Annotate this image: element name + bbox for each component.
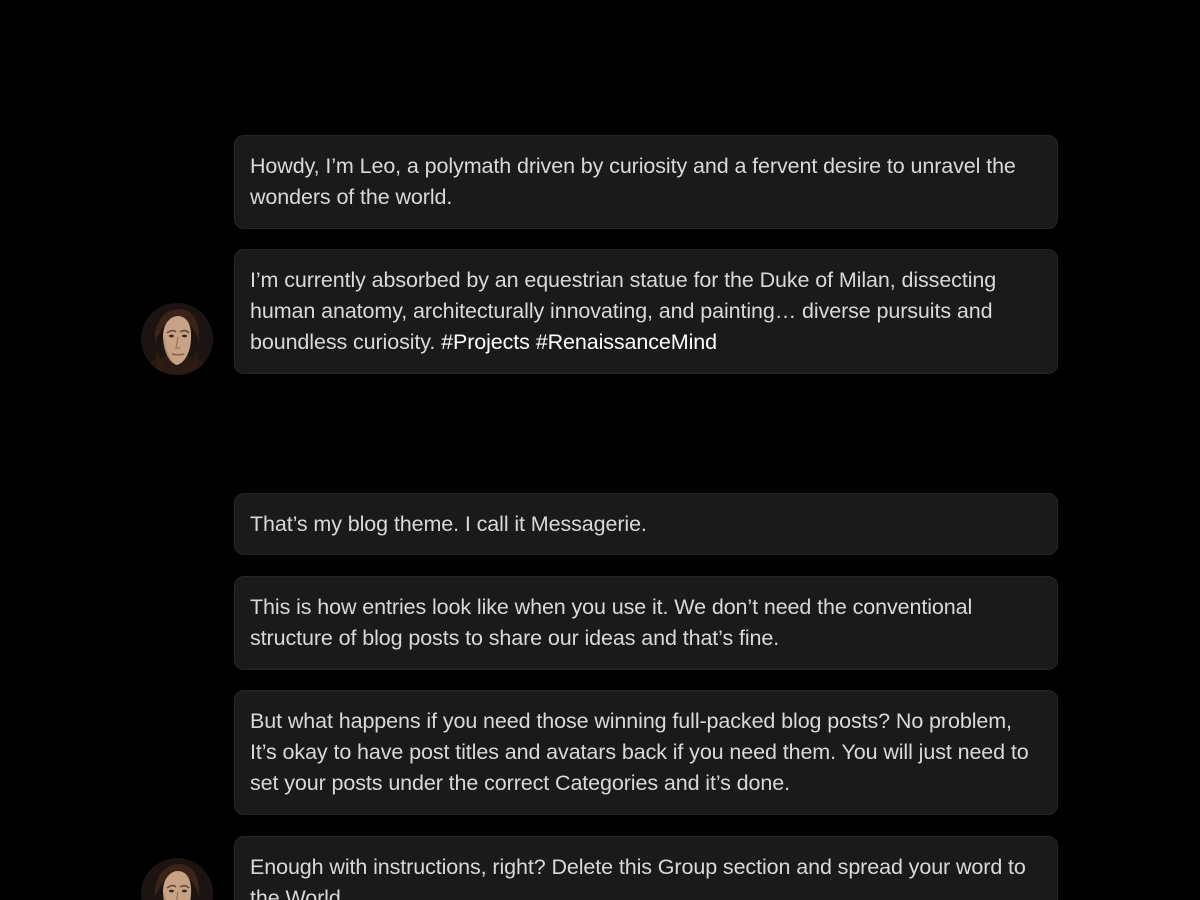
message-bubble: This is how entries look like when you u… (234, 576, 1058, 670)
hashtag-link-renaissance-mind[interactable]: #RenaissanceMind (536, 330, 717, 354)
author-avatar[interactable] (141, 303, 213, 375)
hashtag-link-projects[interactable]: #Projects (441, 330, 530, 354)
message-bubble: I’m currently absorbed by an equestrian … (234, 249, 1058, 374)
portrait-avatar-icon (141, 303, 213, 375)
message-text: Howdy, I’m Leo, a polymath driven by cur… (250, 154, 1016, 209)
message-bubble: But what happens if you need those winni… (234, 690, 1058, 815)
message-bubble: Howdy, I’m Leo, a polymath driven by cur… (234, 135, 1058, 229)
author-avatar[interactable] (141, 858, 213, 900)
message-text: That’s my blog theme. I call it Messager… (250, 512, 647, 536)
message-text: Enough with instructions, right? Delete … (250, 855, 1026, 900)
portrait-avatar-icon (141, 858, 213, 900)
message-text: But what happens if you need those winni… (250, 709, 1029, 795)
message-bubble: That’s my blog theme. I call it Messager… (234, 493, 1058, 555)
message-text: This is how entries look like when you u… (250, 595, 973, 650)
message-bubble: Enough with instructions, right? Delete … (234, 836, 1058, 900)
